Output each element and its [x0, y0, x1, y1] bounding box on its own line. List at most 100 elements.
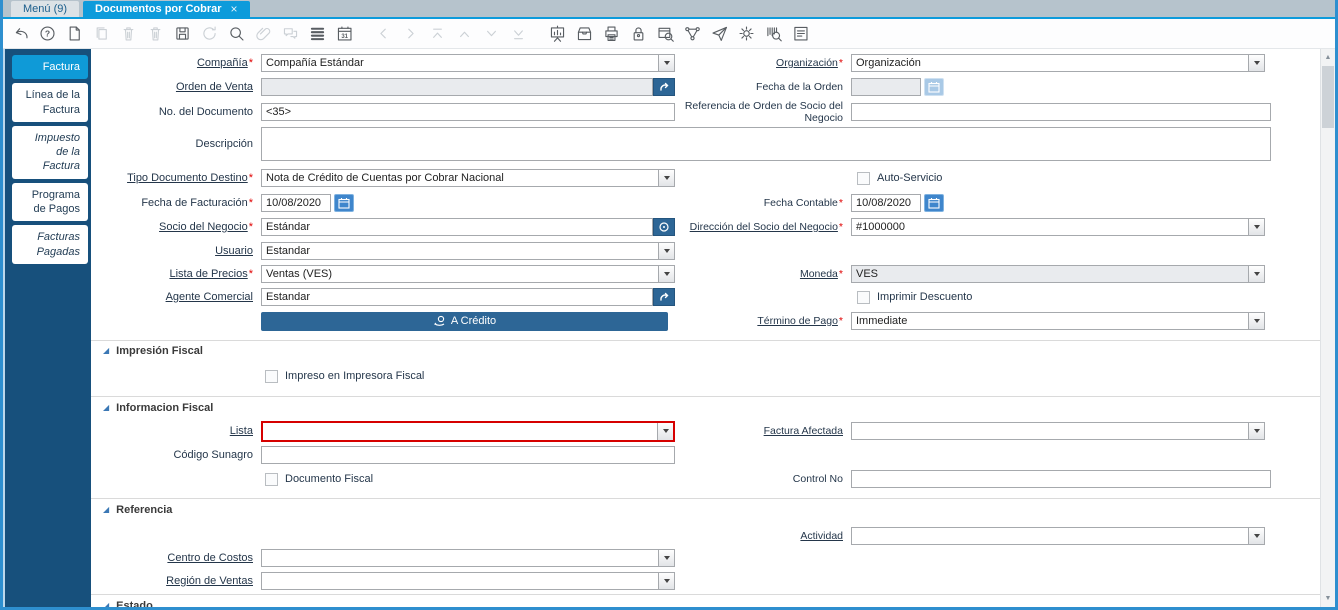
codigo-sunagro-input[interactable] — [261, 446, 675, 464]
sidebar-tab-linea-de-la-factura[interactable]: Línea de la Factura — [12, 83, 88, 122]
actividad-dropdown-button[interactable] — [1248, 528, 1264, 544]
control-no-input[interactable] — [851, 470, 1271, 488]
fecha-facturacion-input[interactable] — [261, 194, 331, 212]
centro-costos-combobox[interactable] — [261, 549, 675, 567]
lista-precios-dropdown-button[interactable] — [658, 266, 674, 282]
lista-combobox[interactable] — [261, 420, 675, 442]
centro-costos-dropdown-button[interactable] — [658, 550, 674, 566]
new-record-icon[interactable] — [64, 24, 84, 44]
agente-comercial-search-button[interactable] — [653, 288, 675, 306]
tipo-documento-destino-combobox[interactable]: Nota de Crédito de Cuentas por Cobrar Na… — [261, 169, 675, 187]
section-title: Impresión Fiscal — [116, 345, 203, 357]
no-documento-input[interactable] — [261, 103, 675, 121]
section-estado[interactable]: ◢ Estado — [103, 600, 153, 607]
tipo-documento-destino-value: Nota de Crédito de Cuentas por Cobrar Na… — [266, 172, 504, 184]
usuario-dropdown-button[interactable] — [658, 243, 674, 259]
scrollbar-thumb[interactable] — [1322, 66, 1334, 128]
imprimir-descuento-checkbox[interactable] — [857, 290, 870, 304]
undo-icon[interactable] — [10, 24, 30, 44]
termino-pago-combobox[interactable]: Immediate — [851, 312, 1265, 330]
lista-precios-combobox[interactable]: Ventas (VES) — [261, 265, 675, 283]
fecha-contable-input[interactable] — [851, 194, 921, 212]
find-icon[interactable] — [226, 24, 246, 44]
grid-toggle-icon[interactable] — [307, 24, 327, 44]
organizacion-dropdown-button[interactable] — [1248, 55, 1264, 71]
sidebar-tab-facturas-pagadas[interactable]: Facturas Pagadas — [12, 225, 88, 264]
region-ventas-combobox[interactable] — [261, 572, 675, 590]
compania-dropdown-button[interactable] — [658, 55, 674, 71]
chevron-down-icon — [663, 176, 670, 180]
close-tab-icon[interactable]: × — [231, 1, 238, 17]
svg-text:31: 31 — [341, 34, 348, 40]
a-credito-button[interactable]: A Crédito — [261, 311, 668, 331]
auto-servicio-label: Auto-Servicio — [877, 172, 943, 184]
tab-menu[interactable]: Menú (9) — [11, 1, 80, 17]
agente-comercial-input[interactable] — [261, 288, 653, 306]
compania-combobox[interactable]: Compañía Estándar — [261, 54, 675, 72]
help-icon[interactable]: ? — [37, 24, 57, 44]
socio-negocio-info-button[interactable] — [653, 218, 675, 236]
sidebar-tab-factura[interactable]: Factura — [12, 55, 88, 80]
section-informacion-fiscal[interactable]: ◢ Informacion Fiscal — [103, 402, 213, 414]
termino-pago-dropdown-button[interactable] — [1248, 313, 1264, 329]
vertical-scrollbar[interactable]: ▲ ▼ — [1320, 49, 1335, 607]
orden-venta-search-button[interactable] — [653, 78, 675, 96]
organizacion-combobox[interactable]: Organización — [851, 54, 1265, 72]
send-request-icon[interactable] — [709, 24, 729, 44]
region-ventas-dropdown-button[interactable] — [658, 573, 674, 589]
scroll-up-arrow-icon[interactable]: ▲ — [1321, 50, 1335, 65]
lista-precios-label: Lista de Precios — [169, 267, 248, 280]
chevron-down-icon — [1253, 534, 1260, 538]
impreso-impresora-fiscal-label: Impreso en Impresora Fiscal — [285, 370, 425, 382]
save-icon[interactable] — [172, 24, 192, 44]
delete-record-icon — [118, 24, 138, 44]
collapse-icon: ◢ — [103, 346, 110, 355]
fecha-facturacion-calendar-button[interactable] — [334, 194, 354, 212]
factura-afectada-dropdown-button[interactable] — [1248, 423, 1264, 439]
auto-servicio-checkbox[interactable] — [857, 171, 870, 185]
scroll-down-arrow-icon[interactable]: ▼ — [1321, 591, 1335, 606]
sidebar-tab-impuesto-de-la-factura[interactable]: Impuesto de la Factura — [12, 125, 88, 179]
pos-lookup-icon[interactable] — [763, 24, 783, 44]
copy-record-icon — [91, 24, 111, 44]
form-content: Compañía* Compañía Estándar Organización… — [91, 49, 1320, 607]
fecha-contable-calendar-button[interactable] — [924, 194, 944, 212]
report-icon[interactable] — [547, 24, 567, 44]
tab-documentos-por-cobrar[interactable]: Documentos por Cobrar × — [83, 1, 250, 17]
factura-afectada-combobox[interactable] — [851, 422, 1265, 440]
moneda-dropdown-button[interactable] — [1248, 266, 1264, 282]
tipo-documento-destino-dropdown-button[interactable] — [658, 170, 674, 186]
descripcion-textarea[interactable] — [261, 127, 1271, 161]
no-documento-label: No. del Documento — [158, 105, 253, 118]
lista-label: Lista — [229, 424, 253, 437]
workflow-icon[interactable] — [682, 24, 702, 44]
section-referencia[interactable]: ◢ Referencia — [103, 504, 172, 516]
print-fiscal-document-icon[interactable] — [790, 24, 810, 44]
usuario-label: Usuario — [215, 244, 253, 257]
required-marker: * — [248, 56, 253, 69]
usuario-combobox[interactable]: Estandar — [261, 242, 675, 260]
calendar-icon[interactable]: 31 — [334, 24, 354, 44]
lock-icon[interactable] — [628, 24, 648, 44]
organizacion-label: Organización — [776, 56, 838, 69]
archive-icon[interactable] — [574, 24, 594, 44]
direccion-socio-dropdown-button[interactable] — [1248, 219, 1264, 235]
tab-label: Documentos por Cobrar — [95, 3, 222, 15]
tab-sidebar: Factura Línea de la Factura Impuesto de … — [3, 49, 91, 607]
socio-negocio-input[interactable] — [261, 218, 653, 236]
section-impresion-fiscal[interactable]: ◢ Impresión Fiscal — [103, 345, 203, 357]
tipo-documento-destino-label: Tipo Documento Destino — [127, 171, 248, 184]
lista-dropdown-button[interactable] — [657, 422, 673, 440]
sidebar-tab-programa-de-pagos[interactable]: Programa de Pagos — [12, 182, 88, 222]
preferences-icon[interactable] — [736, 24, 756, 44]
referencia-orden-input[interactable] — [851, 103, 1271, 121]
actividad-combobox[interactable] — [851, 527, 1265, 545]
direccion-socio-combobox[interactable]: #1000000 — [851, 218, 1265, 236]
impreso-impresora-fiscal-checkbox[interactable] — [265, 369, 278, 383]
print-icon[interactable] — [601, 24, 621, 44]
documento-fiscal-checkbox[interactable] — [265, 472, 278, 486]
zoom-across-icon[interactable] — [655, 24, 675, 44]
fecha-facturacion-label: Fecha de Facturación — [141, 196, 248, 209]
chevron-down-icon — [663, 249, 670, 253]
termino-pago-value: Immediate — [856, 315, 908, 327]
